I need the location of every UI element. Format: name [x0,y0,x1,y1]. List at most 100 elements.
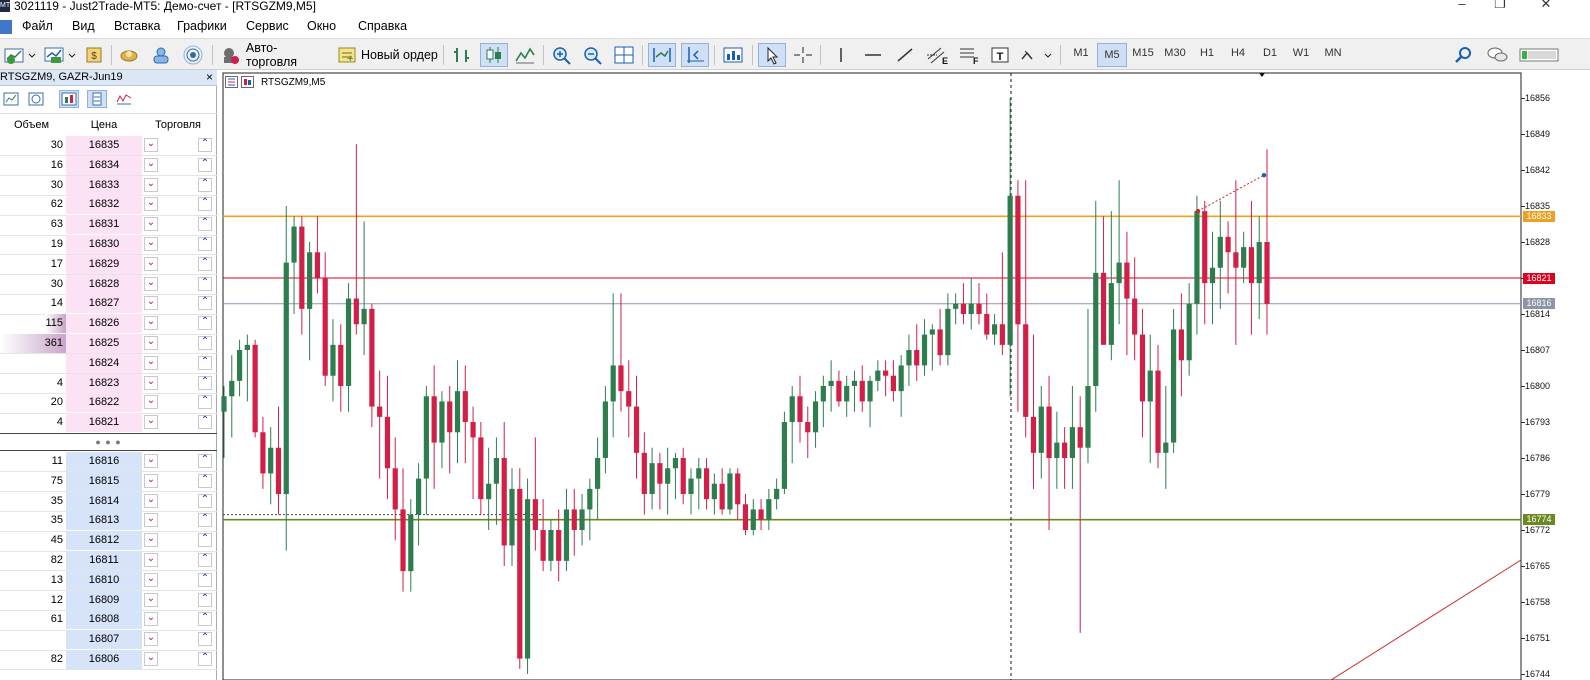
sell-limit-button[interactable]: ⌄ [144,513,158,528]
buy-limit-button[interactable]: ⌃ [198,276,212,291]
sell-limit-button[interactable]: ⌄ [144,652,158,666]
zoom-out-button[interactable] [580,43,606,67]
trendline-tool-button[interactable] [892,43,918,67]
sell-limit-button[interactable]: ⌄ [144,276,158,291]
buy-limit-button[interactable]: ⌃ [198,395,212,410]
vertical-line-tool-button[interactable] [828,43,854,67]
buy-limit-button[interactable]: ⌃ [198,652,212,666]
dom-ticks-icon[interactable] [114,90,134,108]
buy-limit-button[interactable]: ⌃ [198,197,212,212]
sell-limit-button[interactable]: ⌄ [144,355,158,370]
sell-limit-button[interactable]: ⌄ [144,415,158,430]
dom-history-icon[interactable] [26,90,46,108]
candlestick-chart-button[interactable] [480,43,508,67]
menu-insert[interactable]: Вставка [114,19,160,33]
buy-limit-button[interactable]: ⌃ [198,473,212,488]
search-button[interactable] [1452,43,1476,67]
signals-button[interactable] [180,43,206,67]
sell-limit-button[interactable]: ⌄ [144,197,158,212]
tile-windows-button[interactable] [611,43,637,67]
sell-limit-button[interactable]: ⌄ [144,157,158,172]
buy-limit-button[interactable]: ⌃ [198,572,212,587]
market-watch-button[interactable]: $ [82,43,106,67]
crosshair-tool-button[interactable] [790,43,816,67]
chart-shift-button[interactable] [681,43,709,67]
sell-limit-button[interactable]: ⌄ [144,375,158,390]
timeframe-m15[interactable]: M15 [1128,47,1158,59]
timeframe-mn[interactable]: MN [1318,47,1348,59]
menu-file[interactable]: Файл [22,19,53,33]
sell-limit-button[interactable]: ⌄ [144,138,158,152]
timeframe-w1[interactable]: W1 [1286,47,1316,59]
sell-limit-button[interactable]: ⌄ [144,473,158,488]
sell-limit-button[interactable]: ⌄ [144,533,158,548]
chat-button[interactable] [1485,43,1511,67]
buy-limit-button[interactable]: ⌃ [198,533,212,548]
sell-limit-button[interactable]: ⌄ [144,612,158,627]
text-label-tool-button[interactable]: T [987,43,1013,67]
minimize-button[interactable]: ‒ [1452,0,1472,12]
timeframe-h4[interactable]: H4 [1223,47,1253,59]
sell-limit-button[interactable]: ⌄ [144,177,158,192]
sell-limit-button[interactable]: ⌄ [144,256,158,271]
indicators-button[interactable] [720,43,746,67]
sell-limit-button[interactable]: ⌄ [144,336,158,350]
timeframe-d1[interactable]: D1 [1255,47,1285,59]
timeframe-m5[interactable]: M5 [1097,43,1127,67]
sell-limit-button[interactable]: ⌄ [144,572,158,587]
sell-limit-button[interactable]: ⌄ [144,296,158,311]
equidistant-channel-tool-button[interactable]: E [923,43,951,67]
menu-tools[interactable]: Сервис [246,19,289,33]
menu-window[interactable]: Окно [307,19,336,33]
dom-close-button[interactable]: × [206,70,213,84]
close-window-button[interactable]: ✕ [1536,0,1556,12]
buy-limit-button[interactable]: ⌃ [198,138,212,152]
zoom-in-button[interactable] [549,43,575,67]
sell-limit-button[interactable]: ⌄ [144,395,158,410]
buy-limit-button[interactable]: ⌃ [198,177,212,192]
buy-limit-button[interactable]: ⌃ [198,237,212,251]
dom-chart-icon[interactable] [1,90,21,108]
buy-limit-button[interactable]: ⌃ [198,415,212,430]
bar-chart-button[interactable] [449,43,475,67]
buy-limit-button[interactable]: ⌃ [198,157,212,172]
sell-limit-button[interactable]: ⌄ [144,454,158,468]
buy-limit-button[interactable]: ⌃ [198,612,212,627]
new-order-button[interactable]: + Новый ордер [334,43,438,67]
new-chart-button[interactable] [2,43,38,67]
terminal-button[interactable] [148,43,174,67]
chart-window-icon[interactable] [0,20,12,34]
chart-window[interactable]: RTSGZM9,M5 16856168491684216835168281682… [221,70,1590,680]
buy-limit-button[interactable]: ⌃ [198,336,212,350]
menu-help[interactable]: Справка [358,19,407,33]
buy-limit-button[interactable]: ⌃ [198,553,212,567]
sell-limit-button[interactable]: ⌄ [144,237,158,251]
profiles-button[interactable] [42,43,78,67]
sell-limit-button[interactable]: ⌄ [144,553,158,567]
sell-limit-button[interactable]: ⌄ [144,592,158,607]
sell-limit-button[interactable]: ⌄ [144,493,158,508]
dom-list-icon[interactable] [87,90,107,108]
buy-limit-button[interactable]: ⌃ [198,375,212,390]
horizontal-line-tool-button[interactable] [860,43,886,67]
buy-limit-button[interactable]: ⌃ [198,296,212,311]
buy-limit-button[interactable]: ⌃ [198,513,212,528]
sell-limit-button[interactable]: ⌄ [144,316,158,331]
buy-limit-button[interactable]: ⌃ [198,256,212,271]
buy-limit-button[interactable]: ⌃ [198,316,212,331]
buy-limit-button[interactable]: ⌃ [198,454,212,468]
timeframe-m1[interactable]: M1 [1066,47,1096,59]
buy-limit-button[interactable]: ⌃ [198,493,212,508]
autotrading-button[interactable]: Авто-торговля [218,41,328,69]
menu-charts[interactable]: Графики [177,19,227,33]
buy-limit-button[interactable]: ⌃ [198,632,212,647]
price-chart[interactable] [221,70,1590,680]
buy-limit-button[interactable]: ⌃ [198,592,212,607]
sell-limit-button[interactable]: ⌄ [144,217,158,232]
buy-limit-button[interactable]: ⌃ [198,355,212,370]
fibonacci-tool-button[interactable]: F [955,43,983,67]
buy-limit-button[interactable]: ⌃ [198,217,212,232]
sell-limit-button[interactable]: ⌄ [144,632,158,647]
connection-status[interactable] [1518,43,1560,67]
timeframe-h1[interactable]: H1 [1192,47,1222,59]
